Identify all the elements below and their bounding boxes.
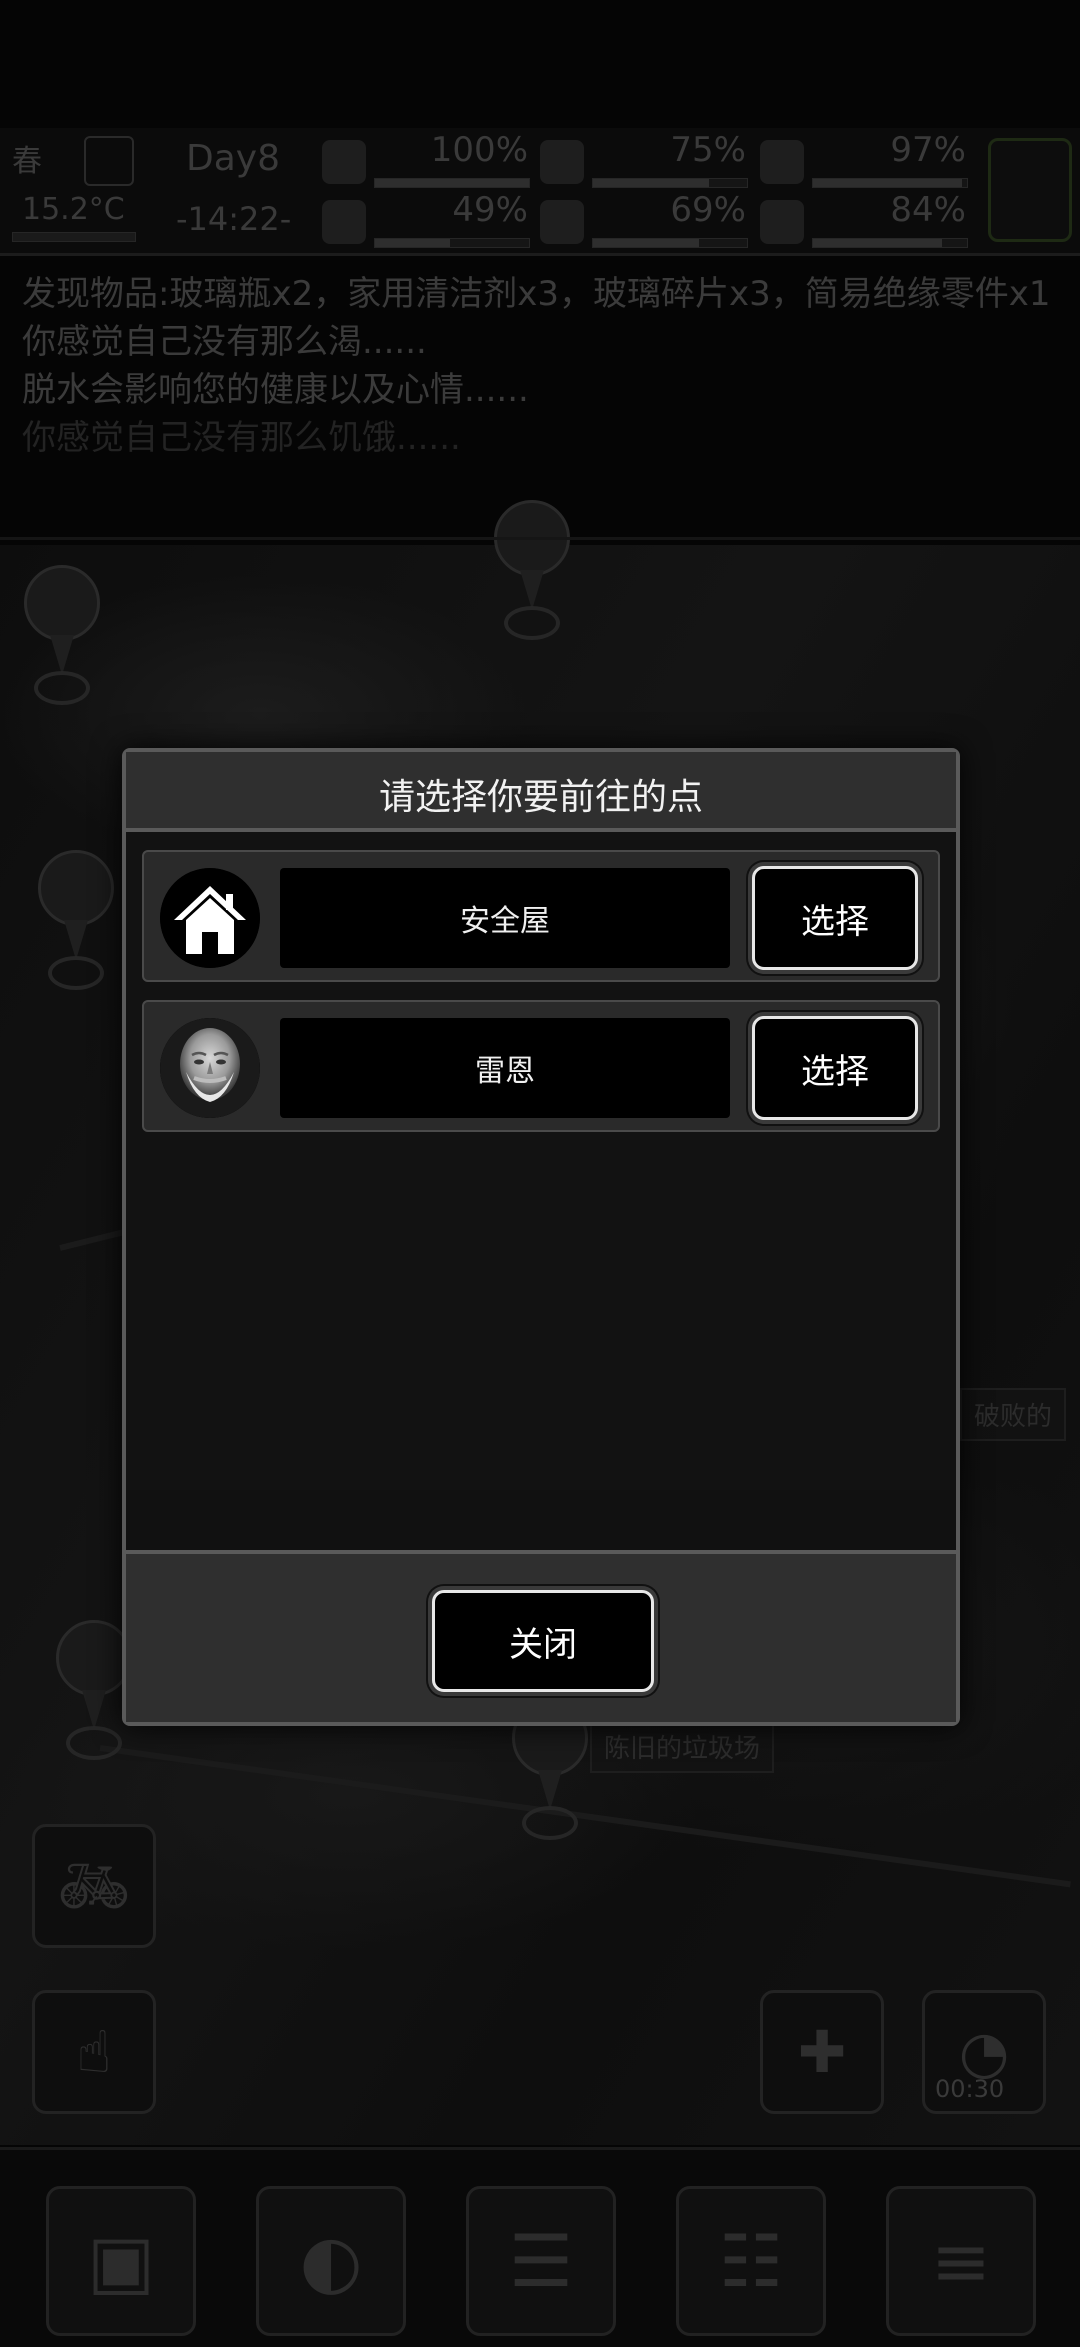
bottom-tab-bar: ▣ ◐ ☰ ☷ ≡ [0,2147,1080,2347]
destination-name: 安全屋 [280,868,730,968]
tab-shop[interactable]: ☷ [676,2186,826,2336]
status-hud: 春 15.2°C Day8 -14:22- 100% 75% 97% 49% 6… [0,128,1080,256]
stomach-icon [540,140,584,184]
tab-skills[interactable]: ◐ [256,2186,406,2336]
hunger-stat: 75% [540,130,752,190]
house-icon [160,868,260,968]
radio-timer: 00:30 [935,2075,1005,2103]
sun-icon [84,136,134,186]
select-button[interactable]: 选择 [752,866,918,970]
destination-select-dialog: 请选择你要前往的点 安全屋 选择 雷恩 选择 关闭 [122,748,960,1726]
destination-name: 雷恩 [280,1018,730,1118]
log-line: 发现物品:玻璃瓶x2，家用清洁剂x3，玻璃碎片x3，简易绝缘零件x1 [22,274,1051,314]
water-drop-icon [540,200,584,244]
thirst-stat: 69% [540,190,752,250]
dialog-header: 请选择你要前往的点 [126,752,956,832]
radio-dish-button[interactable]: ◔ 00:30 [922,1990,1046,2114]
temperature-bar [12,232,136,242]
dialog-footer: 关闭 [126,1550,956,1722]
map-location-label[interactable]: 破败的 [960,1388,1067,1441]
destination-item-character: 雷恩 选择 [142,1000,940,1132]
health-stat: 100% [322,130,534,190]
tap-hand-icon: ☝︎ [76,2018,112,2086]
destination-item-safehouse: 安全屋 选择 [142,850,940,982]
brain-head-icon: ◐ [299,2219,363,2303]
stamina-stat: 97% [760,130,972,190]
game-clock: -14:22- [176,200,292,238]
boot-icon [322,200,366,244]
tab-journal[interactable]: ☰ [466,2186,616,2336]
tab-menu[interactable]: ≡ [886,2186,1036,2336]
character-portrait [160,1018,260,1118]
lungs-icon [760,140,804,184]
fatigue-stat: 49% [322,190,534,250]
bicycle-button[interactable]: 🚲︎ [32,1824,156,1948]
heart-icon [760,200,804,244]
equipment-slot[interactable] [988,138,1072,242]
day-counter: Day8 [186,138,280,179]
dialog-title: 请选择你要前往的点 [378,777,703,818]
map-location-pin[interactable] [30,850,122,1000]
tap-action-button[interactable]: ☝︎ [32,1990,156,2114]
message-log: 发现物品:玻璃瓶x2，家用清洁剂x3，玻璃碎片x3，简易绝缘零件x1 你感觉自己… [0,270,1080,540]
season-label: 春 [12,144,42,179]
shopping-cart-icon: ☷ [718,2219,784,2303]
log-line: 你感觉自己没有那么渴...... [22,322,427,362]
bicycle-icon: 🚲︎ [57,1851,131,1920]
medical-file-button[interactable]: ✚ [760,1990,884,2114]
temperature-label: 15.2°C [22,192,125,227]
medical-file-icon: ✚ [797,2018,847,2086]
list-menu-icon: ≡ [930,2219,992,2303]
destination-list[interactable]: 安全屋 选择 雷恩 选择 [126,832,956,1490]
tab-backpack[interactable]: ▣ [46,2186,196,2336]
backpack-icon: ▣ [86,2219,156,2303]
mood-stat: 84% [760,190,972,250]
map-location-pin[interactable] [16,565,108,715]
log-line: 你感觉自己没有那么饥饿...... [22,418,461,458]
select-button[interactable]: 选择 [752,1016,918,1120]
medkit-icon [322,140,366,184]
log-line: 脱水会影响您的健康以及心情...... [22,370,529,410]
map-location-label[interactable]: 陈旧的垃圾场 [590,1720,775,1773]
notebook-icon: ☰ [508,2219,574,2303]
close-button[interactable]: 关闭 [432,1590,654,1692]
